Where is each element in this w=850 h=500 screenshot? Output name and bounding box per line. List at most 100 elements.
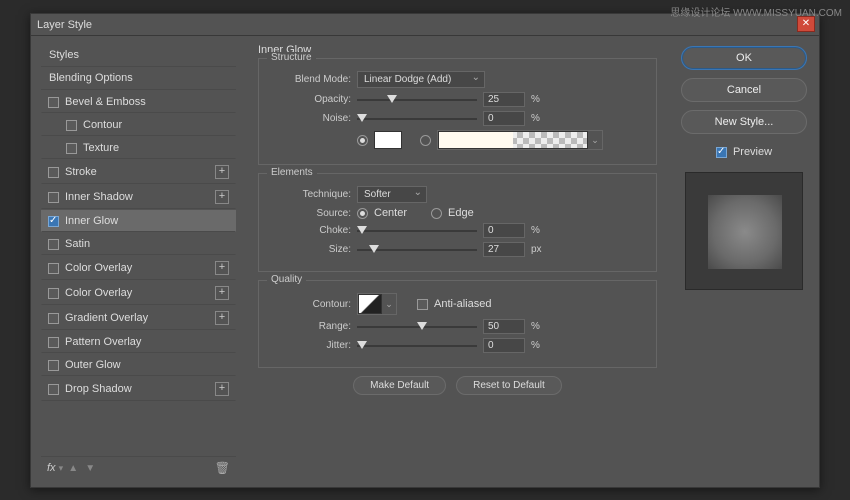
source-center-label: Center [374,207,407,219]
technique-label: Technique: [269,189,351,200]
sidebar-item-drop-shadow[interactable]: Drop Shadow + [41,377,236,401]
opacity-input[interactable]: 25 [483,92,525,107]
preview-checkbox[interactable] [716,147,727,158]
sidebar-item-bevel-emboss[interactable]: Bevel & Emboss [41,91,236,113]
preview-thumbnail [685,172,803,290]
sidebar-item-color-overlay[interactable]: Color Overlay+ [41,281,236,305]
size-unit: px [531,244,549,255]
sidebar-item-outer-glow[interactable]: Outer Glow [41,354,236,376]
sidebar-item-texture[interactable]: Texture [41,137,236,159]
source-label: Source: [269,208,351,219]
gradient-swatch[interactable] [438,131,588,149]
add-effect-icon[interactable]: + [215,261,229,275]
fx-dropdown-icon[interactable]: ▾ [59,463,64,473]
reset-default-button[interactable]: Reset to Default [456,376,562,395]
antialiased-checkbox[interactable] [417,299,428,310]
sidebar-item-satin[interactable]: Satin [41,233,236,255]
sidebar-item-inner-glow[interactable]: Inner Glow [41,210,236,232]
color-radio[interactable] [357,135,368,146]
style-label: Stroke [65,166,97,178]
size-label: Size: [269,244,351,255]
color-swatch[interactable] [374,131,402,149]
elements-legend: Elements [267,167,317,178]
watermark-text: 思缘设计论坛 WWW.MISSYUAN.COM [670,4,842,19]
sidebar-item-gradient-overlay[interactable]: Gradient Overlay+ [41,306,236,330]
style-label: Contour [83,119,122,131]
ok-button[interactable]: OK [681,46,807,70]
opacity-slider[interactable] [357,94,477,106]
style-label: Inner Shadow [65,191,133,203]
gradient-radio[interactable] [420,135,431,146]
style-checkbox[interactable] [48,288,59,299]
elements-group: Elements Technique: Softer Source: Cente… [258,173,657,272]
add-effect-icon[interactable]: + [215,286,229,300]
settings-panel: Inner Glow Structure Blend Mode: Linear … [246,36,669,487]
add-effect-icon[interactable]: + [215,311,229,325]
style-checkbox[interactable] [66,120,77,131]
add-effect-icon[interactable]: + [215,165,229,179]
add-effect-icon[interactable]: + [215,190,229,204]
styles-sidebar: Styles Blending Options Bevel & Emboss Co… [31,36,246,487]
style-checkbox[interactable] [48,263,59,274]
source-center-radio[interactable] [357,208,368,219]
sidebar-blending-options[interactable]: Blending Options [41,67,236,90]
sidebar-item-color-overlay[interactable]: Color Overlay + [41,256,236,280]
style-label: Drop Shadow [65,383,132,395]
sidebar-item-stroke[interactable]: Stroke + [41,160,236,184]
gradient-picker[interactable]: ⌄ [437,130,603,150]
preview-label: Preview [733,146,772,158]
size-slider[interactable] [357,244,477,256]
gradient-dropdown-icon[interactable]: ⌄ [588,135,602,146]
sidebar-item-inner-shadow[interactable]: Inner Shadow + [41,185,236,209]
style-checkbox[interactable] [66,143,77,154]
move-down-icon[interactable]: ▼ [85,463,95,474]
source-edge-label: Edge [448,207,474,219]
style-label: Pattern Overlay [65,336,141,348]
style-label: Bevel & Emboss [65,96,146,108]
style-checkbox[interactable] [48,167,59,178]
move-up-icon[interactable]: ▲ [68,463,78,474]
technique-select[interactable]: Softer [357,186,427,203]
jitter-unit: % [531,340,549,351]
quality-group: Quality Contour: ⌄ Anti-aliased Range: 5… [258,280,657,368]
contour-picker[interactable]: ⌄ [357,293,397,315]
style-checkbox[interactable] [48,192,59,203]
style-checkbox[interactable] [48,239,59,250]
structure-legend: Structure [267,52,316,63]
noise-slider[interactable] [357,113,477,125]
layer-style-dialog: Layer Style ✕ Styles Blending Options Be… [30,13,820,488]
size-input[interactable]: 27 [483,242,525,257]
trash-icon[interactable]: 🗑 [215,461,230,475]
jitter-slider[interactable] [357,340,477,352]
range-slider[interactable] [357,321,477,333]
choke-label: Choke: [269,225,351,236]
contour-swatch[interactable] [358,294,382,314]
style-checkbox[interactable] [48,216,59,227]
choke-slider[interactable] [357,225,477,237]
style-label: Color Overlay [65,262,132,274]
range-unit: % [531,321,549,332]
style-label: Texture [83,142,119,154]
style-checkbox[interactable] [48,97,59,108]
style-checkbox[interactable] [48,313,59,324]
new-style-button[interactable]: New Style... [681,110,807,134]
add-effect-icon[interactable]: + [215,382,229,396]
fx-menu-icon[interactable]: fx [47,462,56,474]
jitter-label: Jitter: [269,340,351,351]
source-edge-radio[interactable] [431,208,442,219]
style-checkbox[interactable] [48,384,59,395]
range-input[interactable]: 50 [483,319,525,334]
make-default-button[interactable]: Make Default [353,376,446,395]
sidebar-item-contour[interactable]: Contour [41,114,236,136]
noise-unit: % [531,113,549,124]
style-checkbox[interactable] [48,337,59,348]
style-checkbox[interactable] [48,360,59,371]
jitter-input[interactable]: 0 [483,338,525,353]
blendmode-select[interactable]: Linear Dodge (Add) [357,71,485,88]
sidebar-styles-header[interactable]: Styles [41,44,236,67]
cancel-button[interactable]: Cancel [681,78,807,102]
sidebar-item-pattern-overlay[interactable]: Pattern Overlay [41,331,236,353]
noise-input[interactable]: 0 [483,111,525,126]
contour-dropdown-icon[interactable]: ⌄ [382,299,396,310]
choke-input[interactable]: 0 [483,223,525,238]
